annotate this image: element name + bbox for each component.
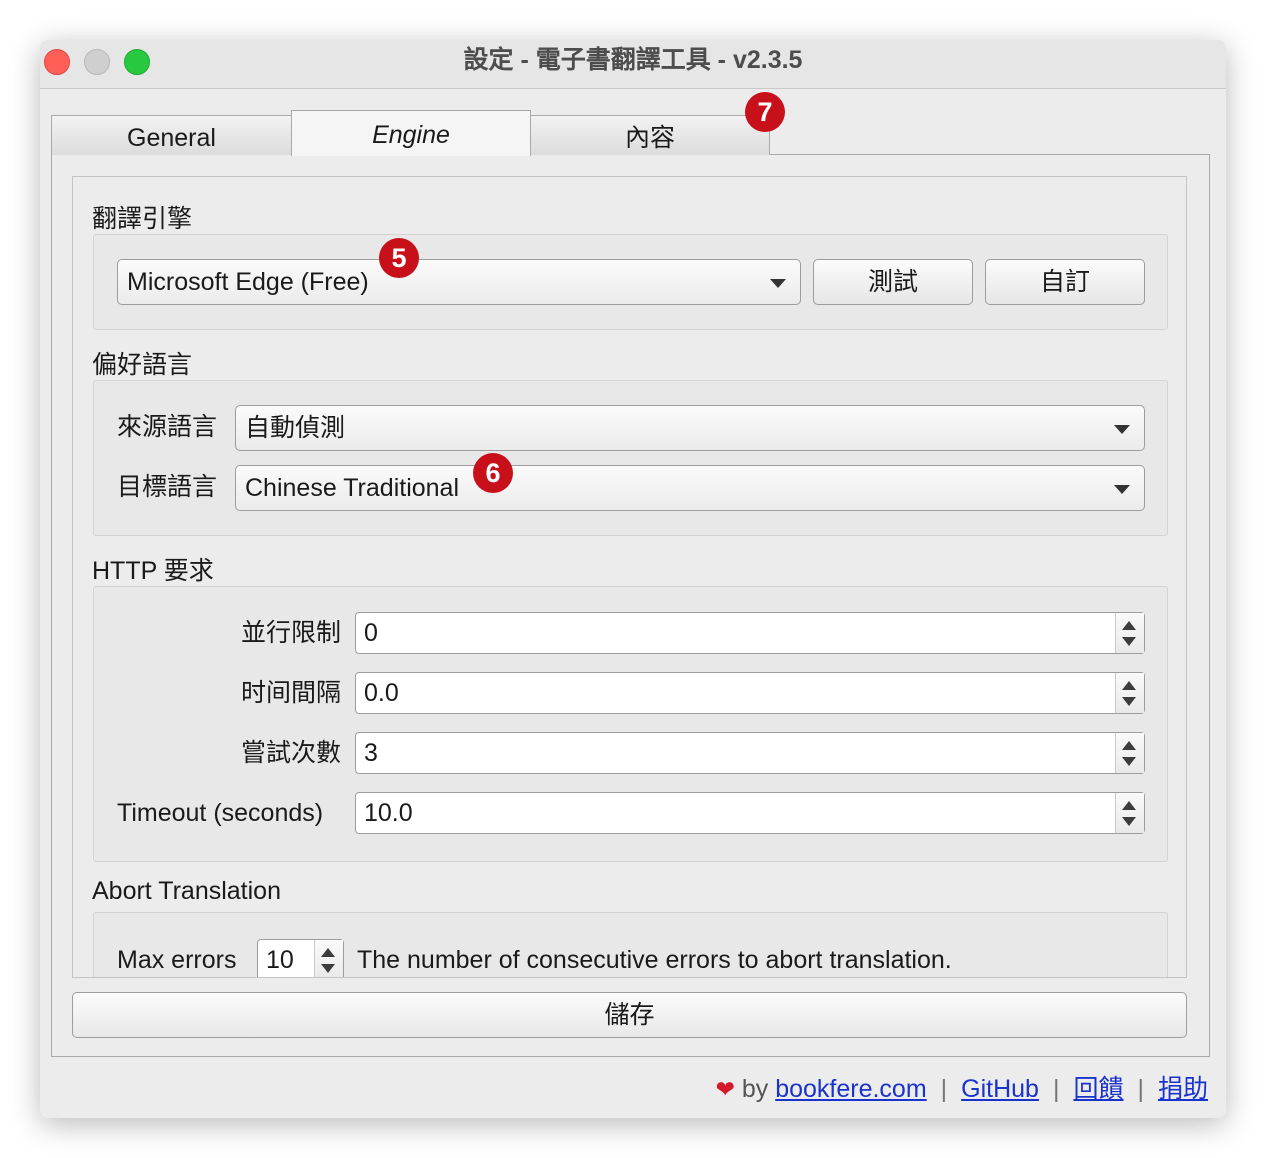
up-arrow-icon[interactable] bbox=[321, 948, 335, 957]
down-arrow-icon[interactable] bbox=[321, 964, 335, 973]
concurrency-stepper[interactable] bbox=[1115, 613, 1144, 653]
up-arrow-icon[interactable] bbox=[1122, 801, 1136, 810]
site-link[interactable]: bookfere.com bbox=[775, 1075, 926, 1103]
attempts-value: 3 bbox=[364, 739, 378, 767]
concurrency-value: 0 bbox=[364, 619, 378, 647]
down-arrow-icon[interactable] bbox=[1122, 757, 1136, 766]
max-errors-label: Max errors bbox=[117, 946, 237, 974]
timeout-label: Timeout (seconds) bbox=[117, 799, 324, 827]
down-arrow-icon[interactable] bbox=[1122, 817, 1136, 826]
source-language-label: 來源語言 bbox=[117, 413, 218, 441]
http-group: 並行限制 0 时间間隔 0.0 嘗試次數 3 Timeout (seconds)… bbox=[93, 586, 1168, 862]
source-language-value: 自動偵測 bbox=[245, 414, 346, 442]
source-language-select[interactable]: 自動偵測 bbox=[235, 405, 1145, 451]
save-button[interactable]: 儲存 bbox=[72, 992, 1187, 1038]
chevron-down-icon bbox=[1114, 485, 1130, 494]
chevron-down-icon bbox=[770, 279, 786, 288]
donate-link[interactable]: 捐助 bbox=[1158, 1075, 1208, 1103]
custom-button[interactable]: 自訂 bbox=[985, 259, 1145, 305]
interval-stepper[interactable] bbox=[1115, 673, 1144, 713]
target-language-label: 目標語言 bbox=[117, 473, 218, 501]
separator: | bbox=[1137, 1075, 1144, 1103]
separator: | bbox=[940, 1075, 948, 1103]
tab-general[interactable]: General bbox=[51, 115, 292, 155]
timeout-value: 10.0 bbox=[364, 799, 413, 827]
annotation-badge-7: 7 bbox=[745, 92, 785, 132]
engine-section-title: 翻譯引擎 bbox=[92, 205, 193, 233]
abort-section-title: Abort Translation bbox=[92, 877, 281, 905]
interval-label: 时间間隔 bbox=[240, 679, 341, 707]
max-errors-stepper[interactable] bbox=[314, 940, 343, 977]
attempts-spinbox[interactable]: 3 bbox=[355, 732, 1145, 774]
concurrency-spinbox[interactable]: 0 bbox=[355, 612, 1145, 654]
settings-window: 設定 - 電子書翻譯工具 - v2.3.5 General Engine 內容 … bbox=[40, 40, 1226, 1118]
window-title: 設定 - 電子書翻譯工具 - v2.3.5 bbox=[463, 46, 803, 74]
attempts-stepper[interactable] bbox=[1115, 733, 1144, 773]
chevron-down-icon bbox=[1114, 425, 1130, 434]
concurrency-label: 並行限制 bbox=[240, 619, 341, 647]
max-errors-spinbox[interactable]: 10 bbox=[257, 939, 344, 977]
down-arrow-icon[interactable] bbox=[1122, 697, 1136, 706]
interval-value: 0.0 bbox=[364, 679, 399, 707]
title-bar: 設定 - 電子書翻譯工具 - v2.3.5 bbox=[40, 40, 1226, 89]
github-link[interactable]: GitHub bbox=[961, 1075, 1039, 1103]
engine-select[interactable]: Microsoft Edge (Free) bbox=[117, 259, 801, 305]
attempts-label: 嘗試次數 bbox=[240, 739, 341, 767]
max-errors-value: 10 bbox=[266, 946, 294, 974]
tab-content[interactable]: 內容 bbox=[530, 115, 770, 155]
settings-scroll-area[interactable]: 翻譯引擎 Microsoft Edge (Free) 測試 自訂 5 偏好語言 … bbox=[72, 176, 1187, 978]
abort-group: Max errors 10 The number of consecutive … bbox=[93, 912, 1168, 977]
test-button[interactable]: 測試 bbox=[813, 259, 973, 305]
up-arrow-icon[interactable] bbox=[1122, 621, 1136, 630]
engine-select-value: Microsoft Edge (Free) bbox=[127, 268, 369, 296]
interval-spinbox[interactable]: 0.0 bbox=[355, 672, 1145, 714]
annotation-badge-5: 5 bbox=[379, 238, 419, 278]
annotation-badge-6: 6 bbox=[473, 453, 513, 493]
feedback-link[interactable]: 回饋 bbox=[1073, 1075, 1123, 1103]
max-errors-description: The number of consecutive errors to abor… bbox=[357, 946, 952, 974]
heart-icon: ❤ bbox=[715, 1076, 735, 1102]
up-arrow-icon[interactable] bbox=[1122, 681, 1136, 690]
footer: ❤ by bookfere.com | GitHub | 回饋 | 捐助 bbox=[716, 1074, 1208, 1104]
by-text: by bbox=[741, 1075, 769, 1103]
tab-engine[interactable]: Engine bbox=[291, 110, 531, 156]
timeout-stepper[interactable] bbox=[1115, 793, 1144, 833]
http-section-title: HTTP 要求 bbox=[92, 557, 214, 585]
separator: | bbox=[1052, 1075, 1060, 1103]
target-language-select[interactable]: Chinese Traditional bbox=[235, 465, 1145, 511]
down-arrow-icon[interactable] bbox=[1122, 637, 1136, 646]
target-language-value: Chinese Traditional bbox=[245, 474, 460, 502]
engine-group: Microsoft Edge (Free) 測試 自訂 bbox=[93, 234, 1168, 330]
language-section-title: 偏好語言 bbox=[92, 351, 193, 379]
timeout-spinbox[interactable]: 10.0 bbox=[355, 792, 1145, 834]
up-arrow-icon[interactable] bbox=[1122, 741, 1136, 750]
language-group: 來源語言 自動偵測 目標語言 Chinese Traditional bbox=[93, 380, 1168, 536]
